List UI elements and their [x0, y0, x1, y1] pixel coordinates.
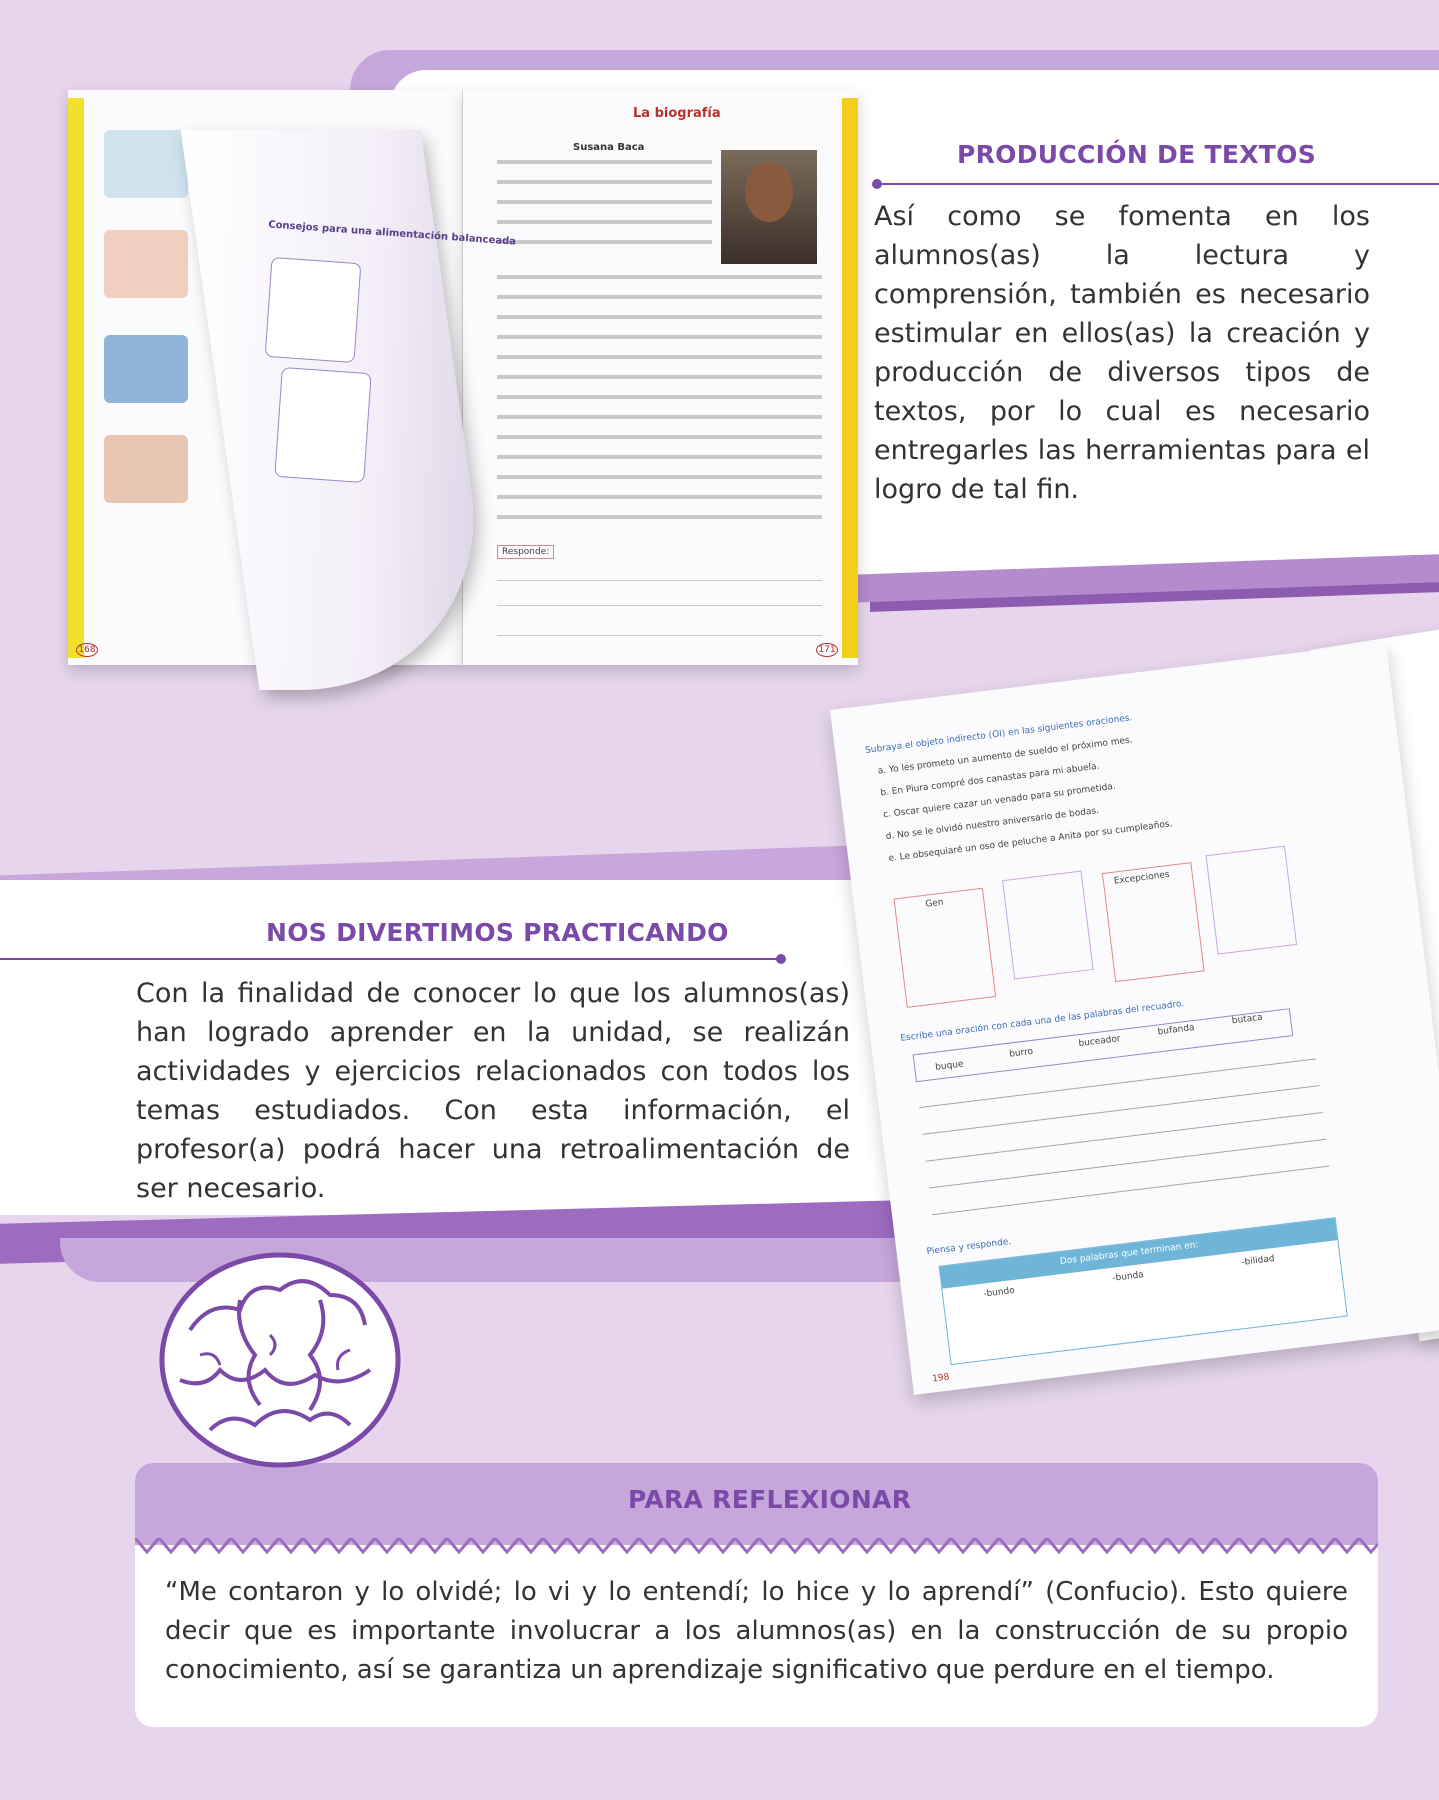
- page-edge-tab: [68, 98, 84, 658]
- text-line: [497, 240, 712, 244]
- word-list-box: buque burro buceador bufanda butaca: [912, 1008, 1294, 1083]
- text-line: [497, 515, 822, 519]
- section-rule: [877, 183, 1439, 185]
- word-box: [1205, 845, 1298, 955]
- section-body-produccion: Así como se fomenta en los alumnos(as) l…: [874, 201, 1370, 505]
- table-col: -bilidad: [1240, 1253, 1276, 1268]
- answer-line: [497, 635, 822, 636]
- table-excepciones: Excepciones: [1101, 862, 1205, 983]
- writing-line: [922, 1085, 1320, 1135]
- zigzag-divider: [135, 1538, 1378, 1554]
- text-line: [497, 160, 712, 164]
- text-line: [497, 375, 822, 379]
- text-line: [497, 395, 822, 399]
- text-line: [497, 435, 822, 439]
- textbook-mockup-biografia: 168 La biografía Susana Baca Responde: 1…: [68, 90, 858, 690]
- answer-line: [497, 580, 822, 581]
- text-line: [497, 335, 822, 339]
- table-col: -bundo: [982, 1285, 1016, 1300]
- word-item: butaca: [1231, 1012, 1264, 1027]
- activity-box: [264, 256, 362, 364]
- page-edge-tab: [842, 98, 858, 658]
- table-excepciones-header: Excepciones: [1113, 869, 1171, 887]
- textbook-mockup-ejercicios: Subraya el objeto indirecto (OI) en las …: [810, 615, 1439, 1430]
- book-page-title: La biografía: [633, 106, 721, 121]
- respond-label: Responde:: [497, 545, 555, 559]
- text-line: [497, 455, 822, 459]
- text-line: [497, 495, 822, 499]
- text-line: [497, 355, 822, 359]
- photo-boxing: [104, 335, 188, 403]
- rule-dot: [776, 954, 786, 964]
- text-line: [497, 475, 822, 479]
- brain-icon: [159, 1252, 401, 1468]
- answer-line: [497, 605, 822, 606]
- activity-box: [274, 366, 372, 484]
- text-line: [497, 180, 712, 184]
- table-gen: Gen: [893, 887, 997, 1008]
- writing-line: [925, 1111, 1323, 1162]
- photo-arm: [104, 435, 188, 503]
- text-line: [497, 200, 712, 204]
- book2-left-page: Subraya el objeto indirecto (OI) en las …: [830, 641, 1439, 1395]
- section-body-reflexionar: “Me contaron y lo olvidé; lo vi y lo ent…: [165, 1577, 1348, 1685]
- word-item: burro: [1008, 1046, 1034, 1060]
- photo-face: [104, 230, 188, 298]
- section-title-divertimos: NOS DIVERTIMOS PRACTICANDO: [266, 918, 729, 947]
- page-number: 198: [931, 1372, 951, 1385]
- section-rule: [0, 958, 780, 960]
- table-head-label: Dos palabras que terminan en:: [1059, 1240, 1200, 1268]
- table-col: -bunda: [1111, 1270, 1145, 1284]
- text-line: [497, 220, 712, 224]
- text-line: [497, 415, 822, 419]
- word-box: [1002, 870, 1094, 980]
- photo-doctor: [104, 130, 188, 198]
- text-line: [497, 275, 822, 279]
- portrait-face: [745, 162, 793, 222]
- page-number-left: 168: [76, 643, 98, 657]
- section-body-divertimos: Con la finalidad de conocer lo que los a…: [136, 978, 850, 1204]
- writing-line: [928, 1138, 1327, 1189]
- text-line: [497, 295, 822, 299]
- word-item: buque: [934, 1059, 965, 1073]
- word-item: bufanda: [1157, 1022, 1196, 1038]
- book-right-page: La biografía Susana Baca Responde: 171: [463, 90, 858, 665]
- word-item: buceador: [1077, 1034, 1122, 1050]
- table-gen-header: Gen: [924, 897, 945, 910]
- section-title-reflexionar: PARA REFLEXIONAR: [628, 1485, 912, 1514]
- exercise-6-heading: Piensa y responde.: [926, 1236, 1012, 1258]
- writing-line: [932, 1165, 1330, 1216]
- section-title-produccion: PRODUCCIÓN DE TEXTOS: [957, 140, 1317, 169]
- book-page-subtitle: Susana Baca: [573, 142, 645, 153]
- text-line: [497, 315, 822, 319]
